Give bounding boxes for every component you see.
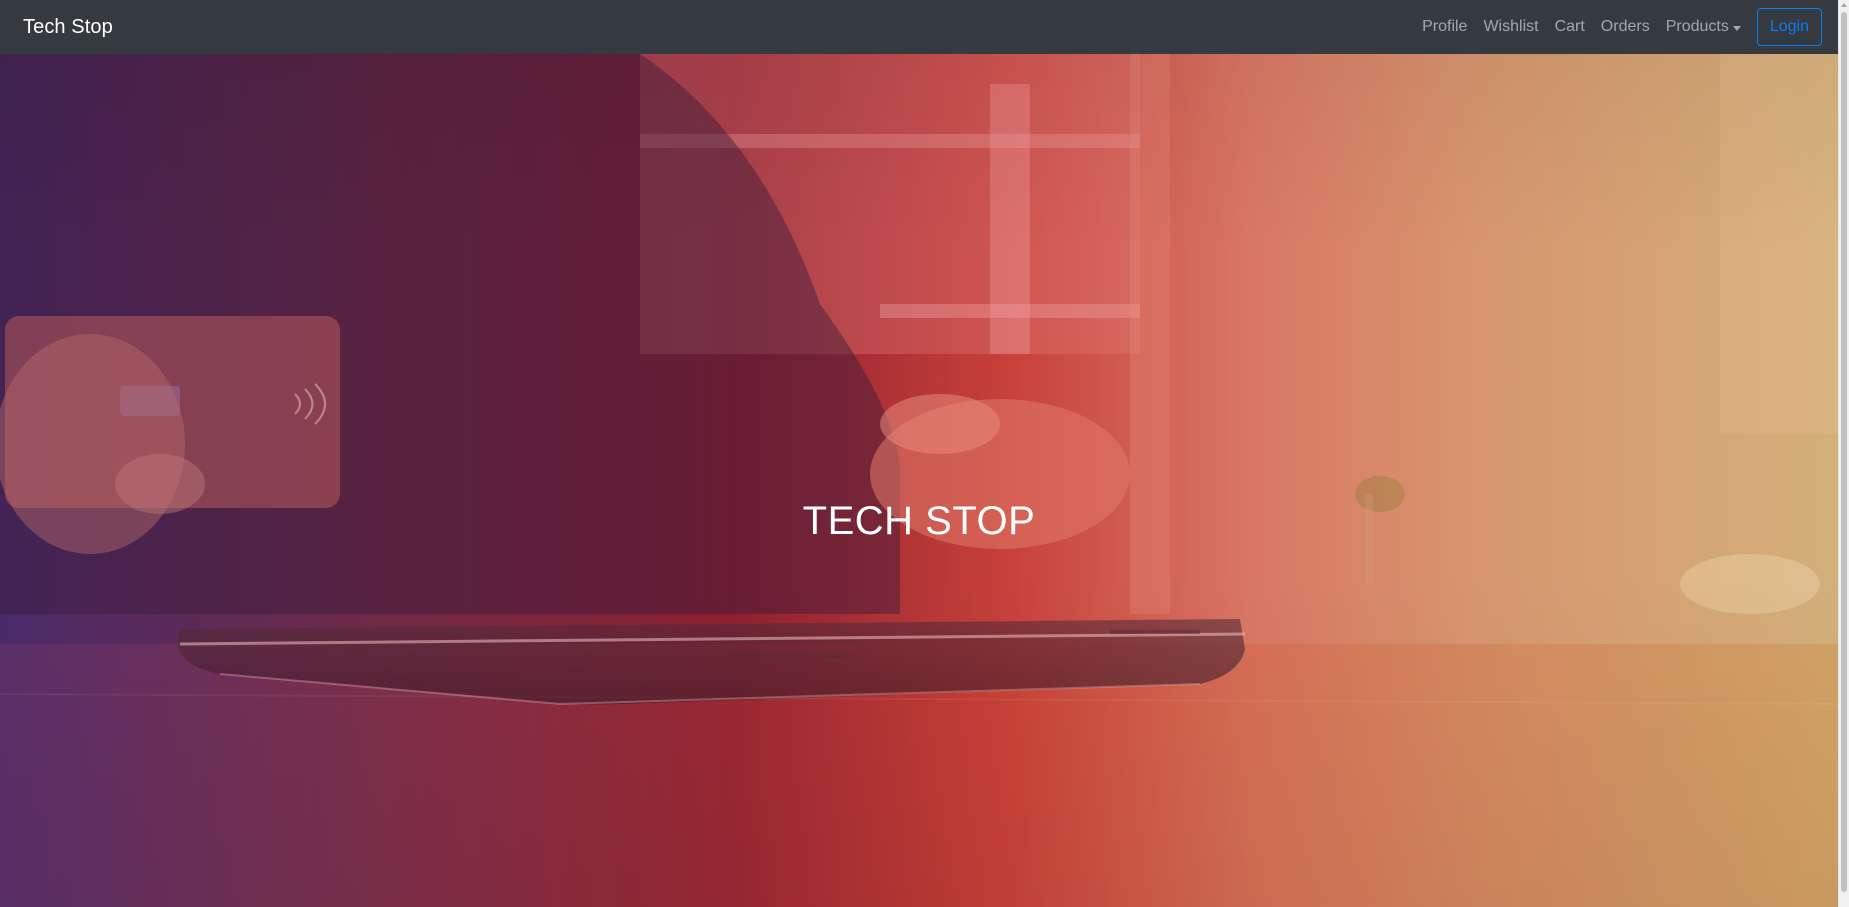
nav-links: Profile Wishlist Cart Orders Products Lo… [1414, 8, 1822, 46]
nav-orders-link[interactable]: Orders [1593, 10, 1658, 44]
nav-products-label: Products [1665, 18, 1729, 35]
top-navbar: Tech Stop Profile Wishlist Cart Orders P… [0, 0, 1838, 54]
brand-link[interactable]: Tech Stop [23, 16, 113, 39]
chevron-down-icon [1732, 25, 1741, 31]
page: Tech Stop Profile Wishlist Cart Orders P… [0, 0, 1849, 907]
scroll-up-arrow-icon[interactable] [1841, 3, 1847, 7]
page-scrollbar[interactable] [1838, 0, 1849, 907]
hero-background-image [0, 54, 1838, 907]
login-button[interactable]: Login [1756, 8, 1822, 46]
hero-banner: TECH STOP [0, 54, 1838, 907]
nav-cart-link[interactable]: Cart [1547, 10, 1593, 44]
scroll-thumb[interactable] [1841, 12, 1847, 892]
nav-products-dropdown[interactable]: Products [1658, 10, 1749, 44]
nav-profile-link[interactable]: Profile [1414, 10, 1475, 44]
hero-title: TECH STOP [802, 499, 1036, 543]
nav-wishlist-link[interactable]: Wishlist [1475, 10, 1546, 44]
